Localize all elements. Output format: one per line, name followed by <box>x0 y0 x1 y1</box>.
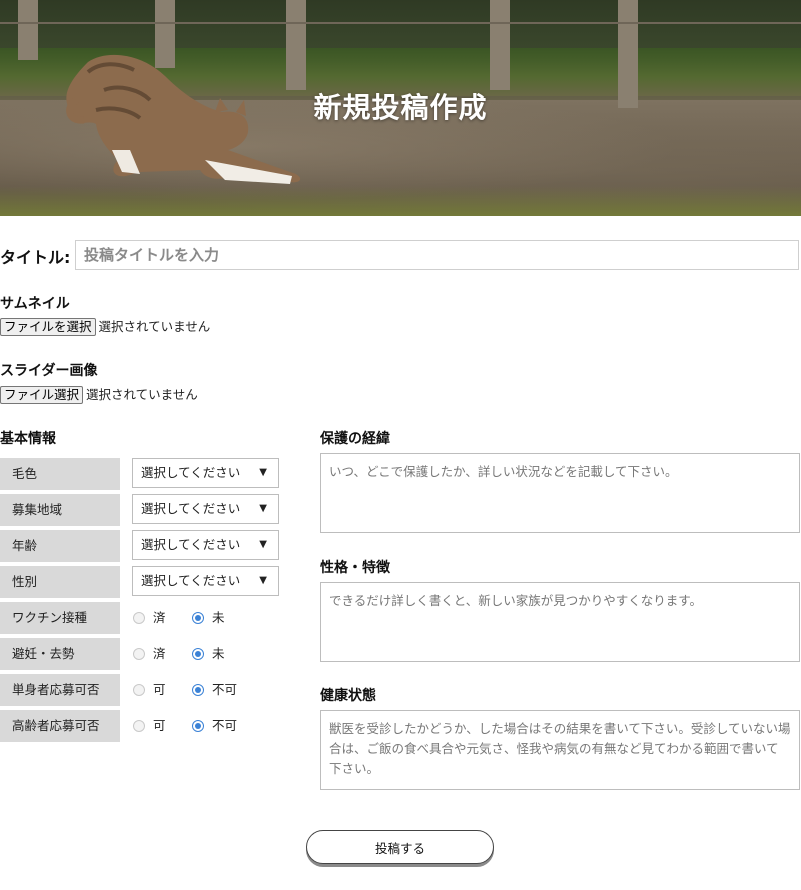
chevron-down-icon: ▼ <box>259 467 267 478</box>
submit-button[interactable]: 投稿する <box>306 830 494 864</box>
thumbnail-file-row: ファイルを選択 選択されていません <box>0 318 210 336</box>
select-value: 選択してください <box>141 501 241 516</box>
radio-label: 済 <box>153 646 166 661</box>
select-value: 選択してください <box>141 537 241 552</box>
radio-circle-selected <box>192 684 204 696</box>
radio-label: 可 <box>153 682 166 697</box>
basic-info-row: 募集地域 選択してください ▼ <box>0 494 290 526</box>
elderly-applicant-label: 高齢者応募可否 <box>0 710 120 742</box>
radio-label: 済 <box>153 610 166 625</box>
fur-color-label: 毛色 <box>0 458 120 490</box>
protection-textarea[interactable] <box>320 453 800 533</box>
basic-info-row: 避妊・去勢 済 未 <box>0 638 290 670</box>
radio-label: 未 <box>212 610 225 625</box>
basic-info-row: 性別 選択してください ▼ <box>0 566 290 598</box>
select-value: 選択してください <box>141 465 241 480</box>
region-label: 募集地域 <box>0 494 120 526</box>
basic-info-heading: 基本情報 <box>0 431 56 447</box>
age-label: 年齢 <box>0 530 120 562</box>
single-applicant-label: 単身者応募可否 <box>0 674 120 706</box>
radio-circle <box>133 720 145 732</box>
personality-textarea[interactable] <box>320 582 800 662</box>
slider-heading: スライダー画像 <box>0 363 98 379</box>
slider-file-status: 選択されていません <box>86 387 198 402</box>
basic-info-row: ワクチン接種 済 未 <box>0 602 290 634</box>
select-value: 選択してください <box>141 573 241 588</box>
slider-file-row: ファイル選択 選択されていません <box>0 386 198 404</box>
chevron-down-icon: ▼ <box>259 575 267 586</box>
gender-label: 性別 <box>0 566 120 598</box>
gender-select[interactable]: 選択してください ▼ <box>132 566 279 596</box>
slider-file-button[interactable]: ファイル選択 <box>0 386 84 404</box>
basic-info-row: 高齢者応募可否 可 不可 <box>0 710 290 742</box>
personality-heading: 性格・特徴 <box>320 560 390 576</box>
radio-circle-selected <box>192 648 204 660</box>
radio-label: 可 <box>153 718 166 733</box>
radio-label: 未 <box>212 646 225 661</box>
radio-circle-selected <box>192 720 204 732</box>
radio-circle <box>133 684 145 696</box>
thumbnail-heading: サムネイル <box>0 296 70 312</box>
radio-circle-selected <box>192 612 204 624</box>
chevron-down-icon: ▼ <box>259 503 267 514</box>
page-title: 新規投稿作成 <box>313 91 488 124</box>
title-input[interactable] <box>75 240 799 270</box>
health-heading: 健康状態 <box>320 688 376 704</box>
radio-label: 不可 <box>212 718 238 733</box>
basic-info-row: 単身者応募可否 可 不可 <box>0 674 290 706</box>
fur-color-select[interactable]: 選択してください ▼ <box>132 458 279 488</box>
thumbnail-file-button[interactable]: ファイルを選択 <box>0 318 96 336</box>
chevron-down-icon: ▼ <box>259 539 267 550</box>
thumbnail-file-status: 選択されていません <box>98 319 211 334</box>
region-select[interactable]: 選択してください ▼ <box>132 494 279 524</box>
basic-info-row: 年齢 選択してください ▼ <box>0 530 290 562</box>
neuter-label: 避妊・去勢 <box>0 638 120 670</box>
title-label: タイトル: <box>0 248 71 267</box>
header-banner: 新規投稿作成 <box>0 0 801 216</box>
health-textarea[interactable] <box>320 710 800 790</box>
title-row: タイトル: <box>0 240 801 270</box>
basic-info-row: 毛色 選択してください ▼ <box>0 458 290 490</box>
radio-label: 不可 <box>212 682 238 697</box>
radio-circle <box>133 612 145 624</box>
age-select[interactable]: 選択してください ▼ <box>132 530 279 560</box>
protection-heading: 保護の経緯 <box>320 431 390 447</box>
radio-circle <box>133 648 145 660</box>
vaccine-label: ワクチン接種 <box>0 602 120 634</box>
